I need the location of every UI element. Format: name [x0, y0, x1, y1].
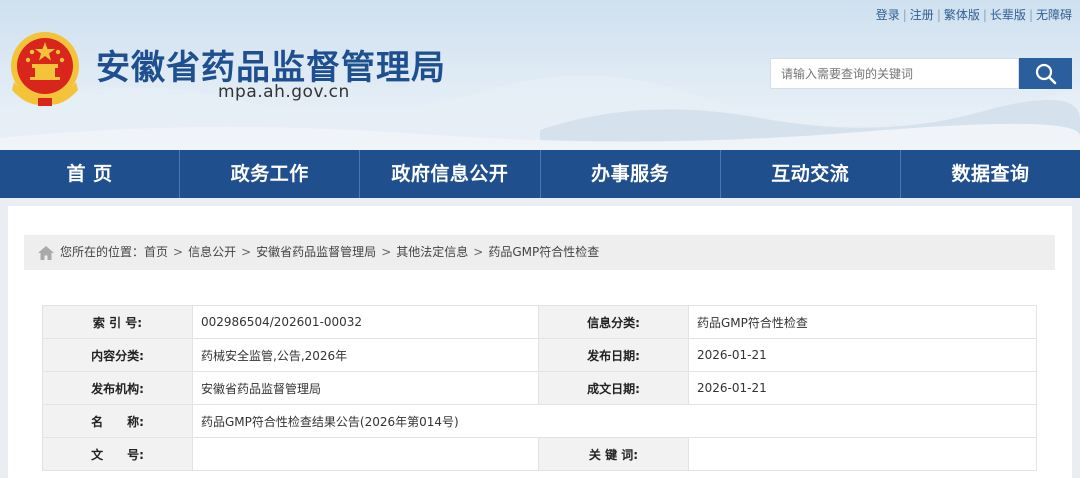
search-icon: [1035, 63, 1056, 84]
breadcrumb-separator: >: [473, 245, 484, 259]
register-link[interactable]: 注册: [910, 8, 934, 22]
document-name-label: 名 称:: [42, 404, 193, 438]
breadcrumb-item-bureau[interactable]: 安徽省药品监督管理局: [256, 235, 376, 270]
content-category-label: 内容分类:: [42, 338, 193, 372]
table-row: 发布机构: 安徽省药品监督管理局 成文日期: 2026-01-21: [42, 371, 1037, 405]
publisher-value: 安徽省药品监督管理局: [192, 371, 539, 405]
nav-item-information-disclosure[interactable]: 政府信息公开: [359, 150, 539, 198]
table-row: 名 称: 药品GMP符合性检查结果公告(2026年第014号): [42, 404, 1037, 438]
nav-item-interaction[interactable]: 互动交流: [719, 150, 900, 198]
document-info-table: 索 引 号: 002986504/202601-00032 信息分类: 药品GM…: [42, 305, 1037, 471]
publish-date-label: 发布日期:: [538, 338, 689, 372]
breadcrumb-separator: >: [381, 245, 392, 259]
breadcrumb-separator: >: [173, 245, 184, 259]
nav-item-government-affairs[interactable]: 政务工作: [179, 150, 359, 198]
accessibility-link[interactable]: 无障碍: [1036, 8, 1072, 22]
info-category-label: 信息分类:: [538, 305, 689, 339]
breadcrumb-item-gmp-inspection[interactable]: 药品GMP符合性检查: [488, 235, 599, 270]
breadcrumb-item-other-statutory-info[interactable]: 其他法定信息: [396, 235, 468, 270]
info-category-value: 药品GMP符合性检查: [688, 305, 1037, 339]
nav-item-data-query[interactable]: 数据查询: [899, 150, 1080, 198]
publisher-label: 发布机构:: [42, 371, 193, 405]
breadcrumb-item-info-disclosure[interactable]: 信息公开: [188, 235, 236, 270]
breadcrumb-lead: 您所在的位置：: [60, 245, 145, 259]
keywords-value: [688, 437, 1037, 471]
traditional-chinese-link[interactable]: 繁体版: [944, 8, 980, 22]
written-date-value: 2026-01-21: [688, 371, 1037, 405]
index-number-label: 索 引 号:: [42, 305, 193, 339]
search-input[interactable]: [770, 58, 1019, 89]
login-link[interactable]: 登录: [876, 8, 900, 22]
breadcrumb-item-home[interactable]: 首页: [144, 235, 168, 270]
national-emblem-icon: [11, 32, 79, 106]
table-row: 索 引 号: 002986504/202601-00032 信息分类: 药品GM…: [42, 305, 1037, 339]
content-category-value: 药械安全监管,公告,2026年: [192, 338, 539, 372]
table-row: 文 号: 关 键 词:: [42, 437, 1037, 471]
home-icon: [38, 245, 54, 260]
site-header: 登录 | 注册 | 繁体版 | 长辈版 | 无障碍 安徽省药品监督管理局 mpa.ah.gov.…: [0, 0, 1080, 150]
breadcrumb: 您所在的位置： 首页 > 信息公开 > 安徽省药品监督管理局 > 其他法定信息 …: [24, 235, 1055, 270]
keywords-label: 关 键 词:: [538, 437, 689, 471]
main-content: 您所在的位置： 首页 > 信息公开 > 安徽省药品监督管理局 > 其他法定信息 …: [8, 206, 1072, 478]
top-links: 登录 | 注册 | 繁体版 | 长辈版 | 无障碍: [875, 8, 1072, 22]
written-date-label: 成文日期:: [538, 371, 689, 405]
document-name-value: 药品GMP符合性检查结果公告(2026年第014号): [192, 404, 1037, 438]
table-row: 内容分类: 药械安全监管,公告,2026年 发布日期: 2026-01-21: [42, 338, 1037, 372]
nav-item-services[interactable]: 办事服务: [539, 150, 720, 198]
index-number-value: 002986504/202601-00032: [192, 305, 539, 339]
nav-item-home[interactable]: 首 页: [0, 150, 179, 198]
document-number-value: [192, 437, 539, 471]
search-button[interactable]: [1019, 58, 1072, 89]
publish-date-value: 2026-01-21: [688, 338, 1037, 372]
main-nav: 首 页 政务工作 政府信息公开 办事服务 互动交流 数据查询: [0, 150, 1080, 198]
elderly-mode-link[interactable]: 长辈版: [990, 8, 1026, 22]
site-domain: mpa.ah.gov.cn: [218, 82, 350, 102]
document-number-label: 文 号:: [42, 437, 193, 471]
breadcrumb-separator: >: [241, 245, 252, 259]
